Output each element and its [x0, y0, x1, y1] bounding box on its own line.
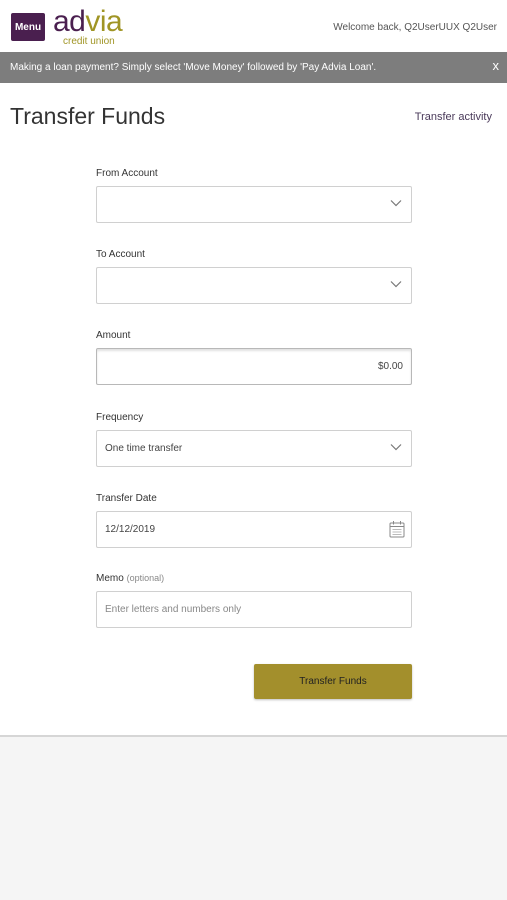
- transfer-date-label: Transfer Date: [96, 493, 157, 504]
- logo-ad: ad: [53, 5, 86, 38]
- frequency-value: One time transfer: [105, 443, 183, 454]
- chevron-down-icon: [390, 444, 402, 451]
- chevron-down-icon: [390, 200, 402, 207]
- from-account-select[interactable]: [96, 186, 412, 223]
- banner-message: Making a loan payment? Simply select 'Mo…: [10, 62, 377, 73]
- menu-button[interactable]: Menu: [11, 13, 45, 41]
- welcome-message: Welcome back, Q2UserUUX Q2User: [333, 22, 497, 33]
- chevron-down-icon: [390, 281, 402, 288]
- transfer-date-input[interactable]: 12/12/2019: [96, 511, 412, 548]
- to-account-select[interactable]: [96, 267, 412, 304]
- frequency-label: Frequency: [96, 412, 144, 423]
- logo: advia credit union: [53, 6, 123, 48]
- logo-via: via: [85, 5, 123, 38]
- transfer-date-value: 12/12/2019: [105, 524, 156, 535]
- memo-optional-text: (optional): [126, 573, 165, 583]
- amount-label: Amount: [96, 330, 131, 341]
- footer: [0, 737, 507, 900]
- notice-banner: Making a loan payment? Simply select 'Mo…: [0, 52, 507, 83]
- calendar-icon[interactable]: [389, 520, 405, 538]
- memo-placeholder: Enter letters and numbers only: [105, 604, 242, 615]
- memo-label: Memo (optional): [96, 573, 164, 584]
- frequency-select[interactable]: One time transfer: [96, 430, 412, 467]
- amount-input[interactable]: $0.00: [96, 348, 412, 385]
- transfer-activity-link[interactable]: Transfer activity: [415, 111, 492, 123]
- header: Menu advia credit union Welcome back, Q2…: [0, 0, 507, 52]
- memo-label-text: Memo: [96, 573, 124, 584]
- amount-value: $0.00: [377, 361, 403, 372]
- transfer-funds-button[interactable]: Transfer Funds: [254, 664, 412, 699]
- from-account-label: From Account: [96, 168, 158, 179]
- to-account-label: To Account: [96, 249, 145, 260]
- page-title: Transfer Funds: [10, 103, 166, 129]
- logo-wordmark: advia: [53, 5, 123, 38]
- memo-input[interactable]: Enter letters and numbers only: [96, 591, 412, 628]
- logo-subtitle: credit union: [63, 36, 115, 47]
- close-icon[interactable]: x: [493, 58, 500, 73]
